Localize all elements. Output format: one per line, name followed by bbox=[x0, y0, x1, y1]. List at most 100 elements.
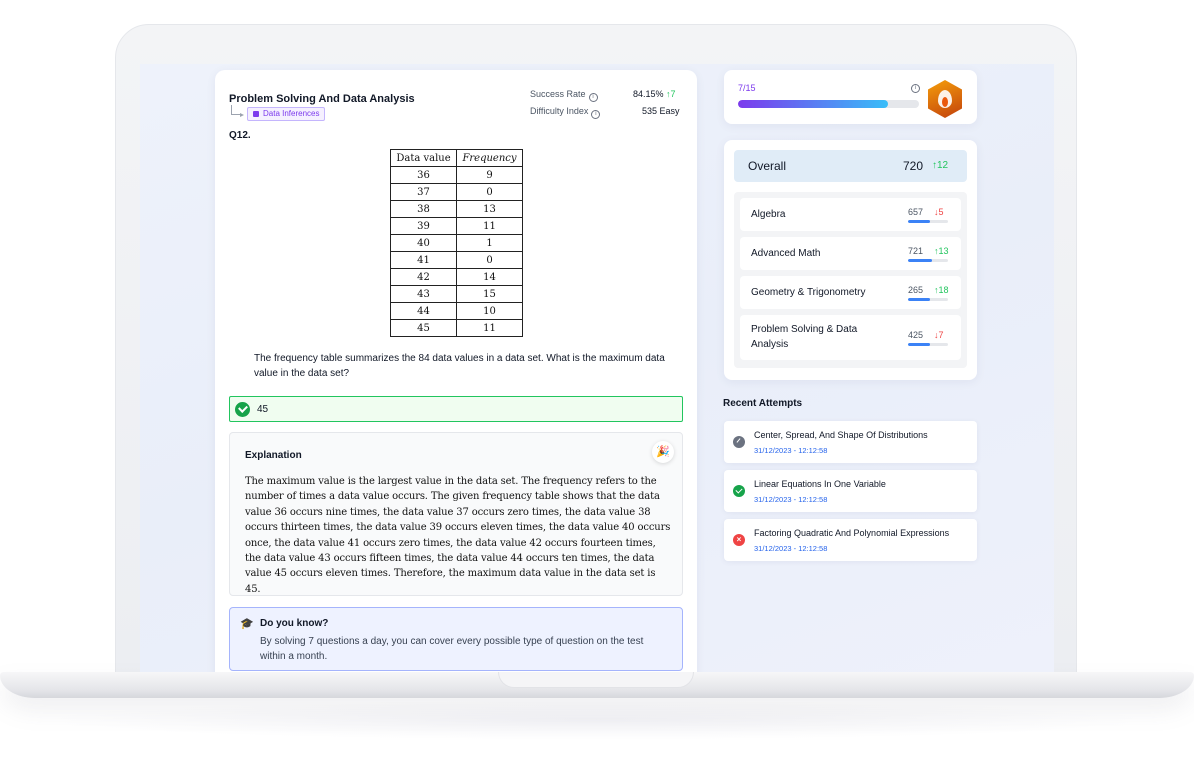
attempt-date: 31/12/2023 - 12:12:58 bbox=[754, 446, 828, 455]
data-value-cell: 36 bbox=[390, 166, 457, 184]
data-value-cell: 39 bbox=[390, 217, 457, 235]
data-value-cell: 43 bbox=[390, 285, 457, 303]
cross-icon: × bbox=[733, 534, 745, 546]
data-value-cell: 38 bbox=[390, 200, 457, 218]
frequency-cell: 9 bbox=[456, 166, 523, 184]
laptop-shadow bbox=[40, 700, 1154, 740]
table-row: 36 9 bbox=[390, 166, 523, 184]
timer-icon bbox=[733, 436, 745, 448]
frequency-cell: 0 bbox=[456, 251, 523, 269]
tip-text: By solving 7 questions a day, you can co… bbox=[260, 636, 644, 662]
subject-score-bar bbox=[908, 343, 948, 346]
frequency-cell: 11 bbox=[456, 217, 523, 235]
progress-bar-fill bbox=[738, 100, 889, 108]
attempt-date: 31/12/2023 - 12:12:58 bbox=[754, 495, 828, 504]
table-row: 42 14 bbox=[390, 268, 523, 286]
success-rate-label: Success Rate i bbox=[530, 89, 598, 102]
tip-title: Do you know? bbox=[260, 618, 329, 629]
table-row: 37 0 bbox=[390, 183, 523, 201]
subject-row[interactable]: Advanced Math 721 ↑13 bbox=[740, 237, 961, 270]
party-popper-icon[interactable]: 🎉 bbox=[652, 441, 674, 463]
attempt-name: Center, Spread, And Shape Of Distributio… bbox=[754, 430, 928, 440]
table-row: 41 0 bbox=[390, 251, 523, 269]
subject-score: 721 bbox=[908, 246, 924, 256]
data-value-cell: 41 bbox=[390, 251, 457, 269]
overall-score-row: Overall 720 ↑12 bbox=[734, 150, 967, 182]
subtopic-tag-label: Data Inferences bbox=[263, 109, 320, 118]
info-icon[interactable]: i bbox=[911, 84, 920, 93]
subject-list: Algebra 657 ↓5 Advanced Math 721 ↑13 Geometry … bbox=[734, 192, 967, 368]
topic-title: Problem Solving And Data Analysis bbox=[229, 93, 415, 105]
data-value-cell: 40 bbox=[390, 234, 457, 252]
difficulty-value: 535 Easy bbox=[642, 106, 680, 116]
check-icon bbox=[235, 402, 250, 417]
check-icon bbox=[733, 485, 745, 497]
progress-bar bbox=[738, 100, 919, 108]
frequency-cell: 0 bbox=[456, 183, 523, 201]
subtopic-tag[interactable]: Data Inferences bbox=[247, 107, 326, 121]
subject-score-bar bbox=[908, 259, 948, 262]
progress-card: 7/15 i bbox=[724, 70, 977, 124]
subject-name: Geometry & Trigonometry bbox=[751, 287, 866, 298]
subject-score: 265 bbox=[908, 285, 924, 295]
data-value-cell: 37 bbox=[390, 183, 457, 201]
question-text: The frequency table summarizes the 84 da… bbox=[254, 353, 665, 379]
frequency-cell: 13 bbox=[456, 200, 523, 218]
subject-row[interactable]: Problem Solving & Data Analysis 425 ↓7 bbox=[740, 315, 961, 360]
frequency-cell: 14 bbox=[456, 268, 523, 286]
question-number: Q12. bbox=[229, 130, 251, 141]
subject-row[interactable]: Algebra 657 ↓5 bbox=[740, 198, 961, 231]
laptop-notch bbox=[498, 672, 694, 688]
recent-attempt-item[interactable]: Center, Spread, And Shape Of Distributio… bbox=[724, 421, 977, 463]
table-row: 39 11 bbox=[390, 217, 523, 235]
success-rate-delta: ↑7 bbox=[666, 89, 676, 99]
success-rate-value: 84.15% ↑7 bbox=[633, 89, 676, 99]
streak-flame-icon[interactable] bbox=[928, 80, 962, 118]
subject-delta: ↓5 bbox=[934, 207, 944, 217]
overall-value: 720 bbox=[903, 159, 924, 173]
explanation-panel: Explanation 🎉 The maximum value is the l… bbox=[229, 432, 683, 596]
question-card: Problem Solving And Data Analysis Data I… bbox=[215, 70, 697, 672]
subject-score-bar bbox=[908, 220, 948, 223]
table-header: Data value bbox=[390, 149, 457, 167]
subject-row[interactable]: Geometry & Trigonometry 265 ↑18 bbox=[740, 276, 961, 309]
attempt-name: Linear Equations In One Variable bbox=[754, 479, 886, 489]
subject-name: Advanced Math bbox=[751, 248, 821, 259]
table-row: 44 10 bbox=[390, 302, 523, 320]
frequency-cell: 1 bbox=[456, 234, 523, 252]
subtopic-arrow-icon bbox=[231, 105, 244, 117]
frequency-cell: 15 bbox=[456, 285, 523, 303]
recent-attempt-item[interactable]: Linear Equations In One Variable 31/12/20… bbox=[724, 470, 977, 512]
table-row: 43 15 bbox=[390, 285, 523, 303]
overall-label: Overall bbox=[748, 159, 787, 173]
graduation-cap-icon: 🎓 bbox=[240, 618, 254, 630]
answer-option-correct[interactable]: 45 bbox=[229, 396, 683, 422]
recent-attempt-item[interactable]: × Factoring Quadratic And Polynomial Expr… bbox=[724, 519, 977, 561]
explanation-text: The maximum value is the largest value i… bbox=[245, 476, 671, 595]
info-icon[interactable]: i bbox=[591, 110, 601, 119]
subject-delta: ↑18 bbox=[934, 285, 949, 295]
subject-score-bar bbox=[908, 298, 948, 301]
recent-attempts-title: Recent Attempts bbox=[723, 398, 803, 409]
app-screen: Problem Solving And Data Analysis Data I… bbox=[140, 64, 1054, 672]
table-row: 45 11 bbox=[390, 319, 523, 337]
subject-name: Algebra bbox=[751, 209, 786, 220]
table-row: 40 1 bbox=[390, 234, 523, 252]
progress-label: 7/15 bbox=[738, 83, 756, 93]
attempt-date: 31/12/2023 - 12:12:58 bbox=[754, 544, 828, 553]
subject-score: 657 bbox=[908, 207, 924, 217]
subject-score: 425 bbox=[908, 330, 924, 340]
explanation-title: Explanation bbox=[245, 450, 302, 461]
info-icon[interactable]: i bbox=[588, 93, 598, 102]
frequency-cell: 11 bbox=[456, 319, 523, 337]
subject-delta: ↓7 bbox=[934, 330, 944, 340]
difficulty-label: Difficulty Index i bbox=[530, 106, 601, 119]
data-value-cell: 45 bbox=[390, 319, 457, 337]
data-value-cell: 42 bbox=[390, 268, 457, 286]
frequency-cell: 10 bbox=[456, 302, 523, 320]
overall-delta: ↑12 bbox=[932, 160, 949, 171]
scores-card: Overall 720 ↑12 Algebra 657 ↓5 Advanced Mat… bbox=[724, 140, 977, 380]
data-value-cell: 44 bbox=[390, 302, 457, 320]
frequency-table: Data value Frequency 36 9 37 0 38 13 39 11 40 1 41… bbox=[390, 149, 523, 337]
table-header: Frequency bbox=[456, 149, 523, 167]
